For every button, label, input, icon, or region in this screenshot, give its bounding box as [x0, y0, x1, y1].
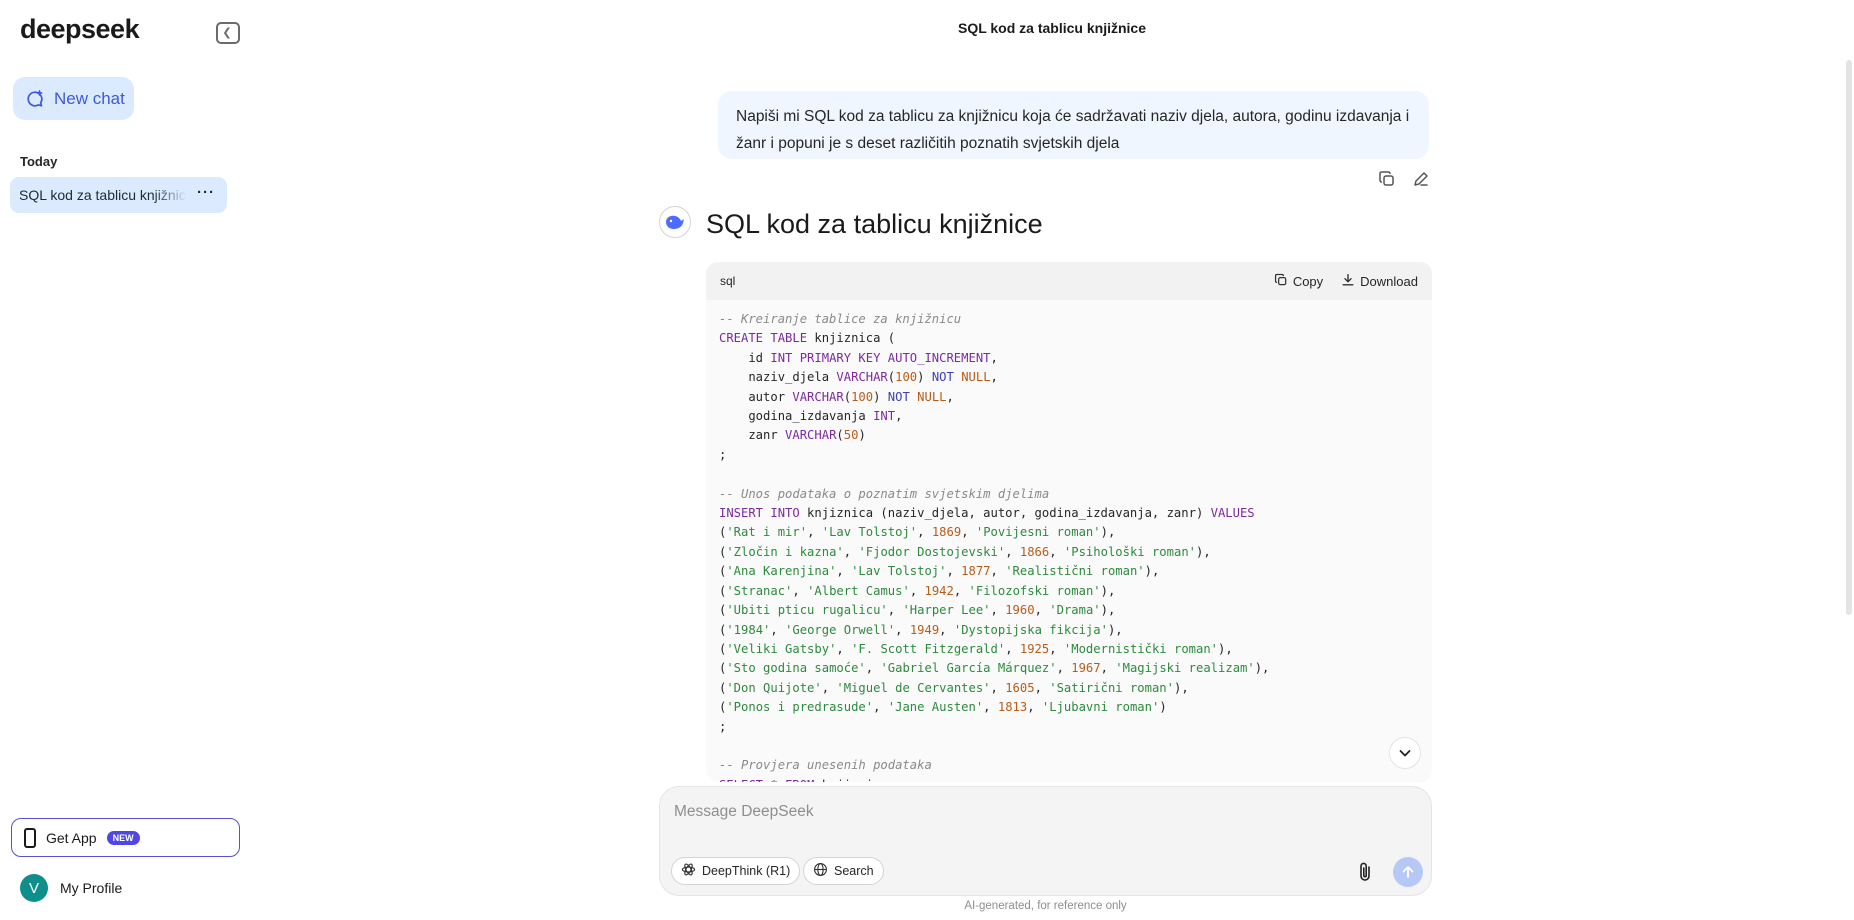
section-today-label: Today — [20, 154, 58, 169]
chevron-down-icon — [1399, 750, 1411, 757]
code-language: sql — [720, 274, 736, 288]
message-actions — [1377, 169, 1431, 189]
deepthink-toggle[interactable]: DeepThink (R1) — [671, 857, 801, 885]
sidebar: deepseek ❮ New chat Today SQL kod za tab… — [0, 0, 240, 920]
scroll-to-bottom-button[interactable] — [1389, 737, 1421, 769]
code-header: sql Copy Download — [706, 262, 1432, 300]
edit-icon[interactable] — [1411, 169, 1431, 189]
new-chat-icon — [25, 89, 45, 109]
new-chat-button[interactable]: New chat — [13, 77, 134, 120]
arrow-up-icon — [1402, 866, 1414, 878]
disclaimer: AI-generated, for reference only — [964, 900, 1127, 912]
atom-icon — [681, 862, 696, 880]
copy-label: Copy — [1292, 273, 1324, 289]
attach-button[interactable] — [1354, 859, 1378, 885]
send-button[interactable] — [1393, 857, 1423, 887]
deepseek-whale-icon — [659, 206, 691, 238]
code-block: sql Copy Download -- Kreiranje tablice z… — [706, 262, 1432, 782]
composer: DeepThink (R1) Search — [659, 786, 1432, 896]
profile-button[interactable]: V My Profile — [20, 874, 122, 902]
phone-icon — [24, 827, 36, 848]
code-content: -- Kreiranje tablice za knjižnicu CREATE… — [719, 312, 1270, 782]
download-icon — [1341, 273, 1355, 290]
scrollbar[interactable] — [1846, 60, 1854, 615]
copy-icon — [1274, 273, 1288, 290]
new-badge: NEW — [106, 830, 140, 845]
globe-icon — [813, 862, 828, 880]
get-app-button[interactable]: Get App NEW — [11, 818, 240, 857]
new-chat-label: New chat — [54, 88, 125, 108]
answer-title: SQL kod za tablicu knjižnice — [706, 209, 1043, 239]
profile-label: My Profile — [60, 880, 123, 896]
search-label: Search — [834, 864, 874, 878]
deepthink-label: DeepThink (R1) — [702, 864, 791, 878]
chat-history-item-label: SQL kod za tablicu knjižnice — [19, 187, 187, 203]
avatar: V — [20, 874, 48, 902]
get-app-label: Get App — [46, 829, 97, 846]
app-root: deepseek ❮ New chat Today SQL kod za tab… — [0, 0, 1854, 920]
download-label: Download — [1360, 273, 1418, 289]
page-title: SQL kod za tablicu knjižnice — [957, 20, 1146, 36]
paperclip-icon — [1360, 862, 1370, 881]
search-toggle[interactable]: Search — [803, 857, 884, 885]
user-message: Napiši mi SQL kod za tablicu za knjižnic… — [718, 91, 1429, 159]
more-options-icon[interactable]: ··· — [197, 184, 215, 201]
copy-code-button[interactable]: Copy — [1274, 273, 1323, 290]
chat-history-item[interactable]: SQL kod za tablicu knjižnice ··· — [10, 177, 227, 213]
copy-icon[interactable] — [1377, 169, 1397, 189]
message-input[interactable] — [674, 799, 1414, 825]
download-code-button[interactable]: Download — [1341, 273, 1418, 290]
scrollbar-thumb[interactable] — [1846, 60, 1852, 615]
